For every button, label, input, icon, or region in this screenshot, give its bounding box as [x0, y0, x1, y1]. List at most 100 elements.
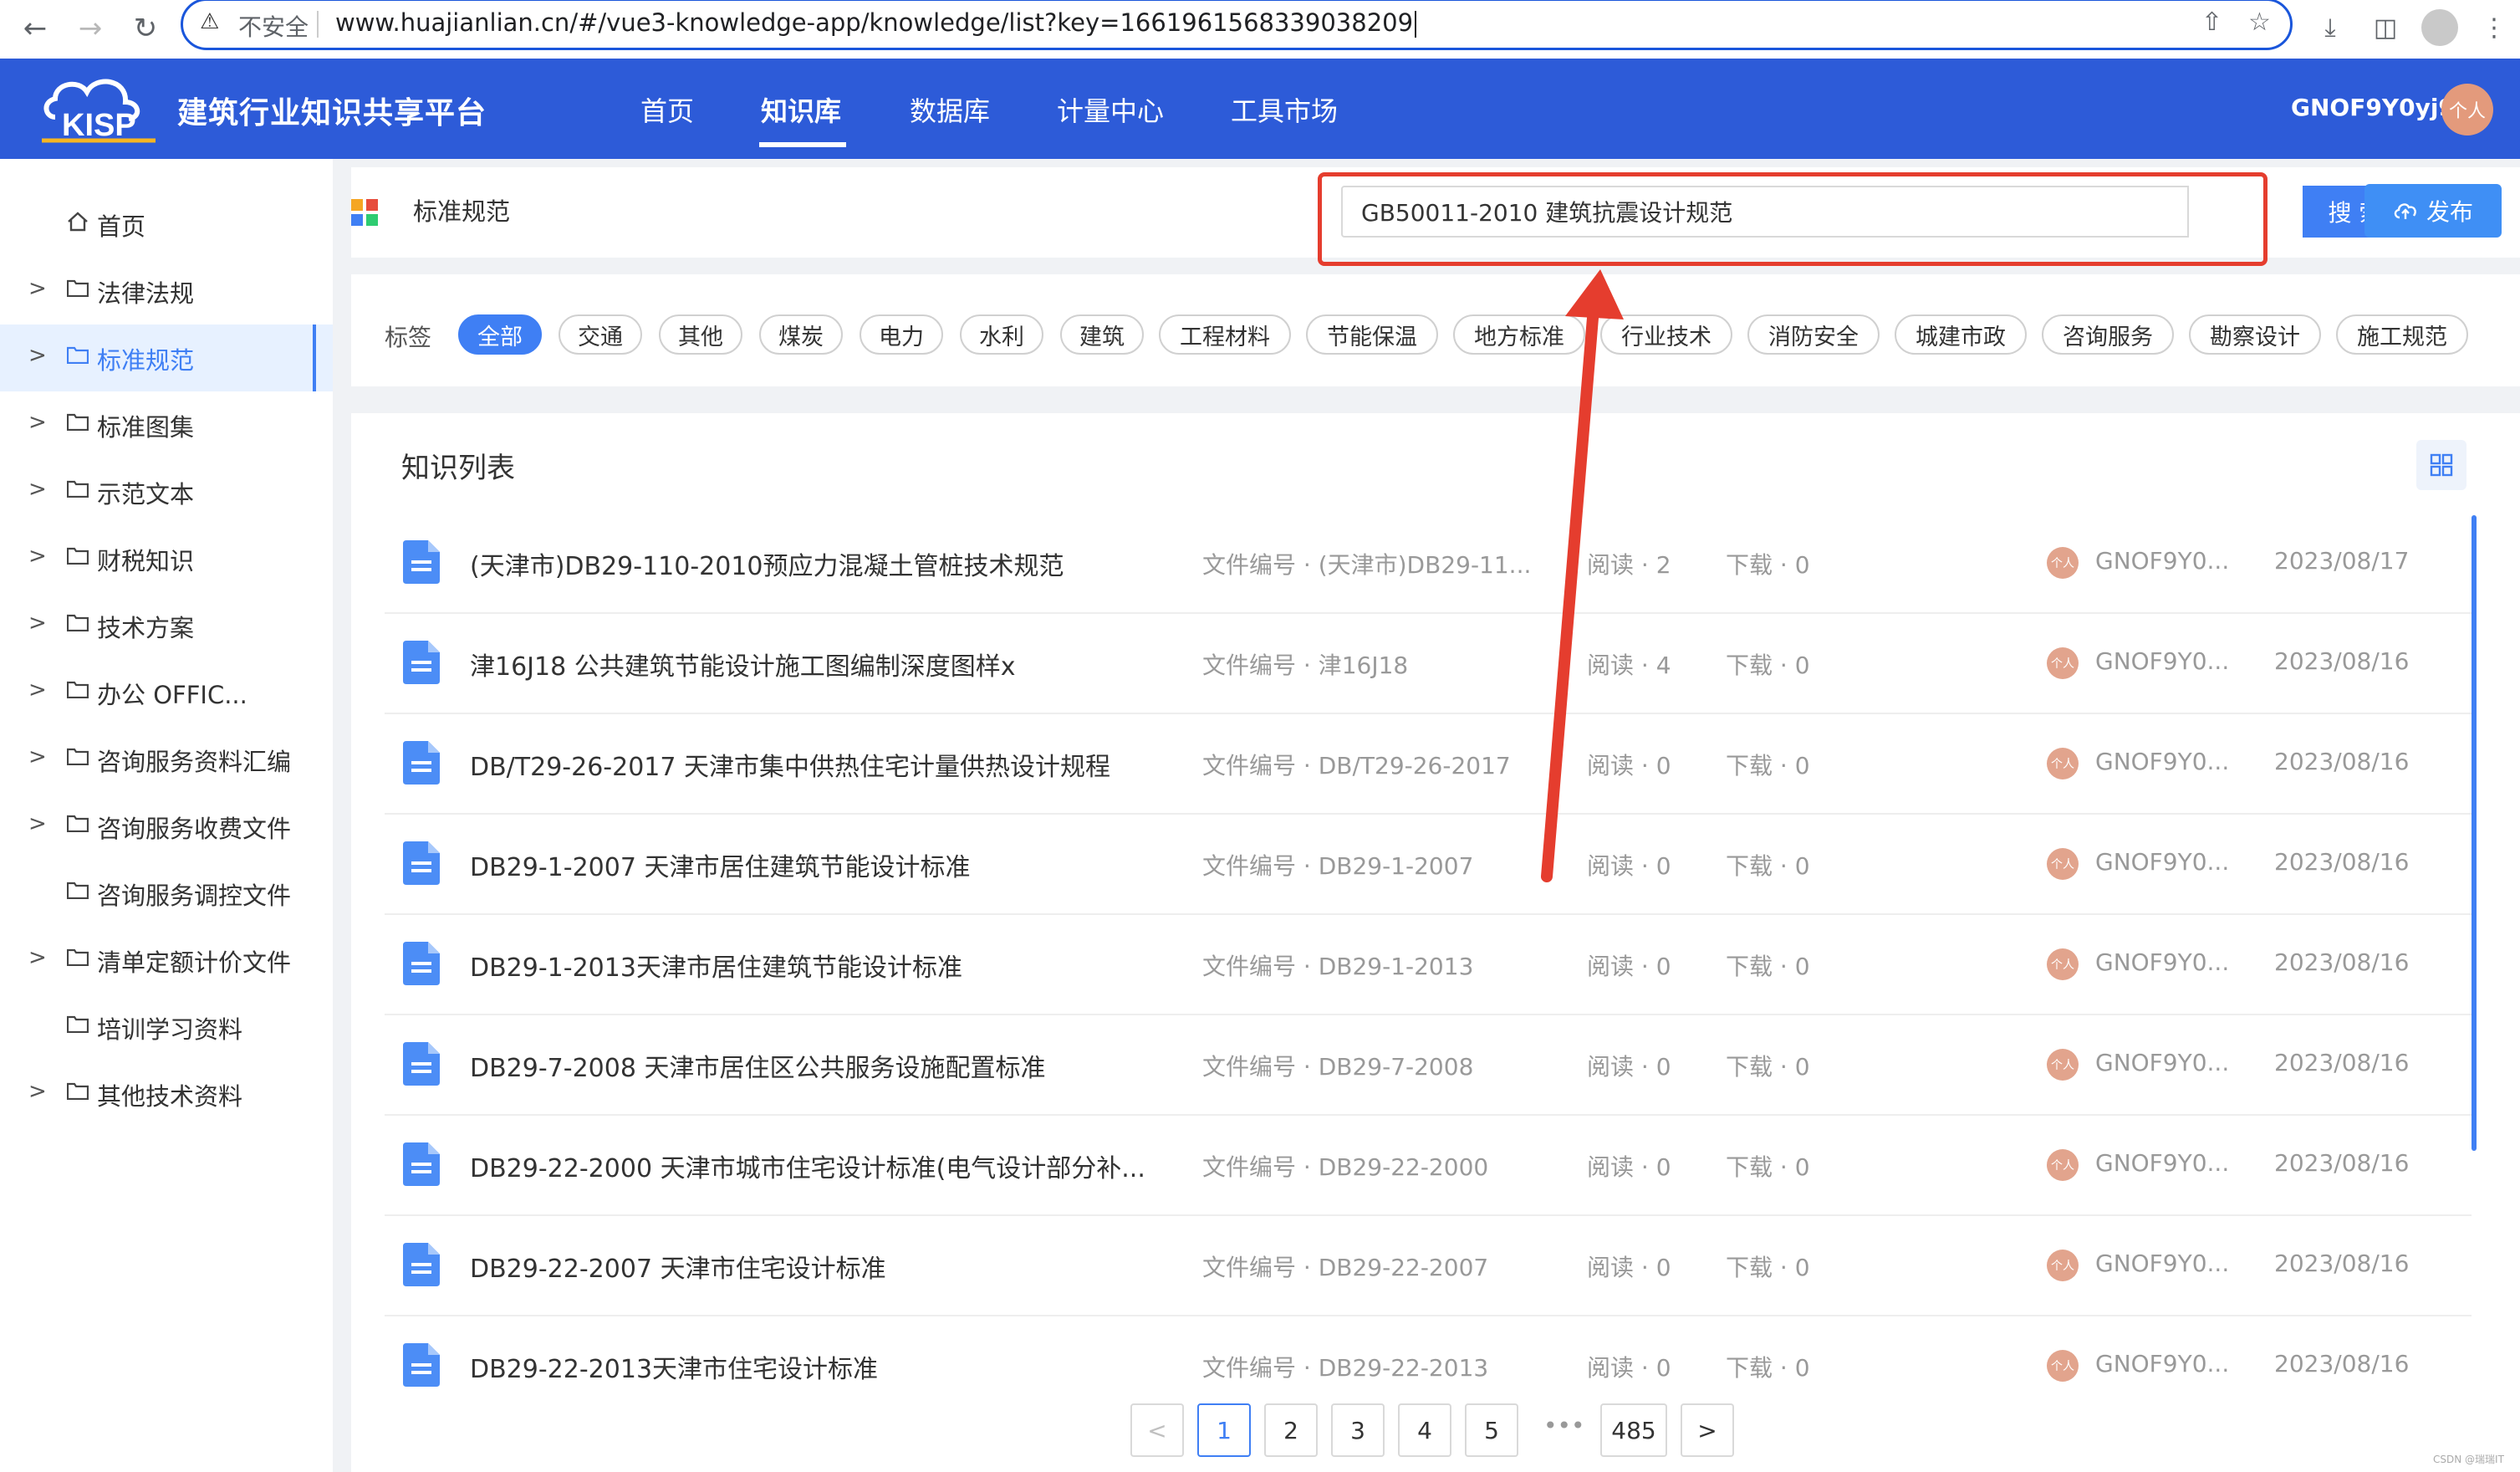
sidebar-item-tech-plans[interactable]: > 技术方案 [0, 592, 333, 659]
tag-item[interactable]: 咨询服务 [2042, 314, 2174, 355]
next-page-button[interactable]: > [1681, 1403, 1734, 1457]
tag-item[interactable]: 工程材料 [1159, 314, 1291, 355]
chevron-right-icon[interactable]: > [28, 544, 47, 569]
table-row[interactable]: (天津市)DB29-110-2010预应力混凝土管桩技术规范 文件编号 · (天… [385, 512, 2472, 614]
table-row[interactable]: DB29-22-2007 天津市住宅设计标准 文件编号 · DB29-22-20… [385, 1214, 2472, 1316]
url-text[interactable]: www.huajianlian.cn/#/vue3-knowledge-app/… [335, 8, 1417, 38]
tag-item[interactable]: 行业技术 [1600, 314, 1732, 355]
tag-item[interactable]: 城建市政 [1895, 314, 2027, 355]
table-row[interactable]: DB/T29-26-2017 天津市集中供热住宅计量供热设计规程 文件编号 · … [385, 713, 2472, 815]
page-button[interactable]: 3 [1331, 1403, 1385, 1457]
last-page-button[interactable]: 485 [1600, 1403, 1667, 1457]
document-title[interactable]: DB/T29-26-2017 天津市集中供热住宅计量供热设计规程 [470, 746, 1110, 783]
document-title[interactable]: DB29-1-2007 天津市居住建筑节能设计标准 [470, 846, 970, 883]
page-button[interactable]: 5 [1465, 1403, 1518, 1457]
page-button[interactable]: 2 [1264, 1403, 1318, 1457]
table-row[interactable]: DB29-22-2000 天津市城市住宅设计标准(电气设计部分补... 文件编号… [385, 1114, 2472, 1216]
tag-item[interactable]: 水利 [960, 314, 1043, 355]
document-title[interactable]: DB29-22-2000 天津市城市住宅设计标准(电气设计部分补... [470, 1147, 1145, 1184]
chevron-right-icon[interactable]: > [28, 410, 47, 435]
username[interactable]: GNOF9Y0yj9 [2291, 94, 2455, 121]
address-bar[interactable]: ⚠ 不安全 www.huajianlian.cn/#/vue3-knowledg… [181, 0, 2293, 50]
sidebar-item-consulting-compilation[interactable]: > 咨询服务资料汇编 [0, 726, 333, 793]
tag-item[interactable]: 消防安全 [1747, 314, 1880, 355]
table-row[interactable]: 津16J18 公共建筑节能设计施工图编制深度图样x 文件编号 · 津16J18 … [385, 612, 2472, 714]
chevron-right-icon[interactable]: > [28, 276, 47, 301]
chevron-right-icon[interactable]: > [28, 945, 47, 970]
table-row[interactable]: DB29-1-2013天津市居住建筑节能设计标准 文件编号 · DB29-1-2… [385, 913, 2472, 1015]
tag-all[interactable]: 全部 [458, 314, 542, 355]
menu-kebab-icon[interactable]: ⋮ [2473, 7, 2515, 49]
tag-item[interactable]: 电力 [860, 314, 943, 355]
document-title[interactable]: 津16J18 公共建筑节能设计施工图编制深度图样x [470, 646, 1016, 682]
watermark: CSDN @瑞瑞IT [2433, 1454, 2504, 1465]
chevron-right-icon[interactable]: > [28, 477, 47, 502]
table-row[interactable]: DB29-22-2013天津市住宅设计标准 文件编号 · DB29-22-201… [385, 1315, 2472, 1415]
sidebar-item-tax[interactable]: > 财税知识 [0, 525, 333, 592]
grid-view-toggle[interactable] [2416, 440, 2466, 490]
file-number: 文件编号 · DB29-22-2013 [1202, 1354, 1489, 1382]
page-button[interactable]: 1 [1197, 1403, 1251, 1457]
sidebar-item-consulting-regulation[interactable]: 咨询服务调控文件 [0, 860, 333, 927]
user-avatar[interactable]: 个人 [2441, 84, 2493, 135]
tag-item[interactable]: 其他 [659, 314, 742, 355]
table-row[interactable]: DB29-7-2008 天津市居住区公共服务设施配置标准 文件编号 · DB29… [385, 1014, 2472, 1116]
share-icon[interactable]: ⇧ [2201, 8, 2222, 37]
sidebar-item-training[interactable]: 培训学习资料 [0, 994, 333, 1061]
knowledge-list-panel: 知识列表 (天津市)DB29-110-2010预应力混凝土管桩技术规范 文件编号… [351, 413, 2520, 1472]
publish-button[interactable]: 发布 [2364, 184, 2502, 238]
chevron-right-icon[interactable]: > [28, 677, 47, 703]
sidebar-item-home[interactable]: 首页 [0, 191, 333, 258]
sidebar-item-standard-atlas[interactable]: > 标准图集 [0, 391, 333, 458]
nav-metering-center[interactable]: 计量中心 [1057, 90, 1164, 129]
forward-icon[interactable]: → [69, 7, 112, 50]
sidebar-item-consulting-fees[interactable]: > 咨询服务收费文件 [0, 793, 333, 860]
chevron-right-icon[interactable]: > [28, 343, 47, 368]
prev-page-button[interactable]: < [1130, 1403, 1184, 1457]
sidebar-item-standards[interactable]: > 标准规范 [0, 325, 333, 391]
nav-home[interactable]: 首页 [640, 90, 694, 129]
nav-knowledge[interactable]: 知识库 [761, 90, 841, 129]
chevron-right-icon[interactable]: > [28, 1079, 47, 1104]
nav-database[interactable]: 数据库 [910, 90, 990, 129]
document-title[interactable]: (天津市)DB29-110-2010预应力混凝土管桩技术规范 [470, 545, 1064, 582]
chevron-right-icon[interactable]: > [28, 811, 47, 836]
chevron-right-icon[interactable]: > [28, 744, 47, 769]
author-avatar: 个人 [2047, 948, 2079, 980]
list-scrollbar[interactable] [2472, 515, 2477, 1151]
nav-tool-market[interactable]: 工具市场 [1231, 90, 1338, 129]
author-name: GNOF9Y0... [2095, 848, 2230, 876]
tag-filter-bar: 标签 全部 交通 其他 煤炭 电力 水利 建筑 工程材料 节能保温 地方标准 行… [351, 274, 2520, 386]
document-title[interactable]: DB29-1-2013天津市居住建筑节能设计标准 [470, 947, 962, 984]
document-title[interactable]: DB29-7-2008 天津市居住区公共服务设施配置标准 [470, 1047, 1045, 1084]
back-icon[interactable]: ← [13, 7, 57, 50]
reload-icon[interactable]: ↻ [124, 7, 167, 50]
chevron-right-icon[interactable]: > [28, 611, 47, 636]
author-avatar: 个人 [2047, 1350, 2079, 1382]
sidebar-item-other-tech[interactable]: > 其他技术资料 [0, 1061, 333, 1127]
page-button[interactable]: 4 [1398, 1403, 1451, 1457]
sidebar-item-laws[interactable]: > 法律法规 [0, 258, 333, 325]
document-title[interactable]: DB29-22-2007 天津市住宅设计标准 [470, 1248, 886, 1285]
category-grid-icon [351, 199, 378, 226]
page-ellipsis[interactable]: ••• [1543, 1412, 1585, 1439]
tag-item[interactable]: 施工规范 [2336, 314, 2468, 355]
sidebar-item-model-texts[interactable]: > 示范文本 [0, 458, 333, 525]
download-count: 下载 · 0 [1726, 1254, 1810, 1281]
grid-view-icon [2430, 453, 2453, 477]
document-title[interactable]: DB29-22-2013天津市住宅设计标准 [470, 1348, 878, 1385]
profile-avatar-icon[interactable] [2421, 9, 2458, 46]
table-row[interactable]: DB29-1-2007 天津市居住建筑节能设计标准 文件编号 · DB29-1-… [385, 813, 2472, 915]
tag-item[interactable]: 节能保温 [1306, 314, 1438, 355]
sidebar-item-office[interactable]: > 办公 OFFIC... [0, 659, 333, 726]
tag-item[interactable]: 地方标准 [1453, 314, 1585, 355]
tag-item[interactable]: 建筑 [1060, 314, 1144, 355]
tag-item[interactable]: 煤炭 [759, 314, 843, 355]
tag-item[interactable]: 交通 [559, 314, 642, 355]
download-icon[interactable]: ⤓ [2309, 7, 2351, 49]
sidebar-item-bill-quota[interactable]: > 清单定额计价文件 [0, 927, 333, 994]
sidebar-item-label: 培训学习资料 [97, 1015, 243, 1044]
bookmark-star-icon[interactable]: ☆ [2248, 8, 2271, 37]
sidepanel-icon[interactable]: ◫ [2364, 7, 2406, 49]
tag-item[interactable]: 勘察设计 [2189, 314, 2321, 355]
